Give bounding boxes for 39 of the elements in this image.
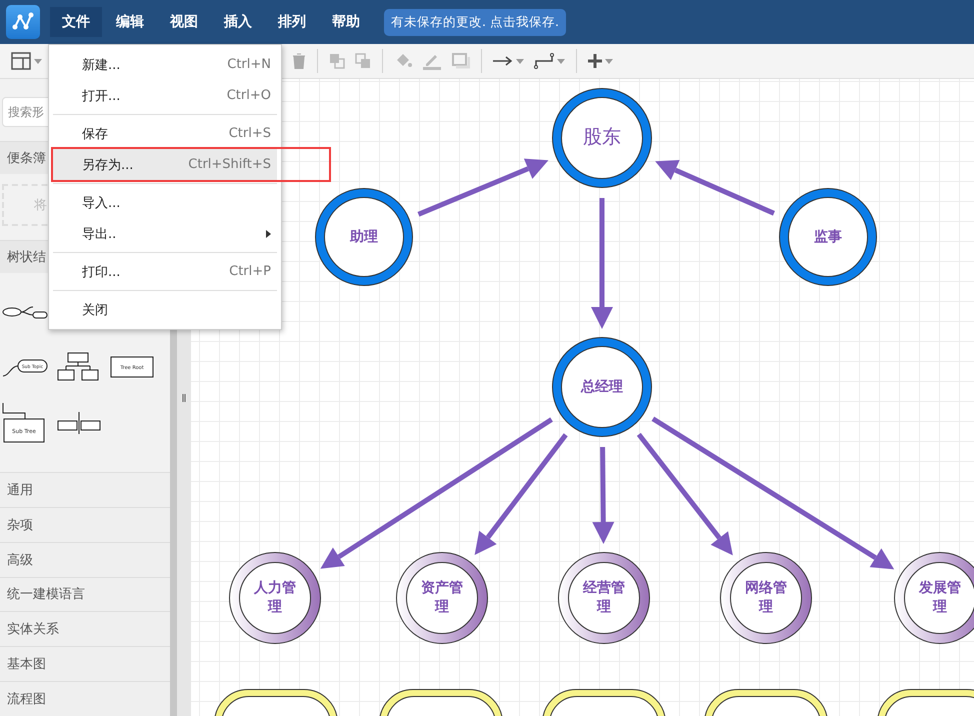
elbow-connector-icon: [534, 53, 554, 69]
caret-icon: [516, 58, 524, 64]
shadow-icon: [452, 53, 470, 69]
diagram-node: 监事: [779, 188, 877, 286]
diagram-node: 总经理: [552, 337, 652, 437]
menu-item[interactable]: 编辑: [104, 7, 156, 37]
grip-icon: [182, 394, 186, 402]
app-logo[interactable]: [6, 5, 40, 39]
arrow-right-icon: [493, 56, 513, 66]
menu-option[interactable]: 保存 Ctrl+S: [53, 118, 277, 149]
tree-branch-shape-drawing[interactable]: [56, 410, 102, 435]
diagram-node: 发展管理: [894, 552, 974, 644]
caret-icon: [34, 58, 42, 64]
diagram-node: 网络管理: [720, 552, 812, 644]
category-header[interactable]: 统一建模语言: [0, 576, 170, 612]
plus-icon: [588, 54, 602, 68]
pen-icon: [422, 52, 442, 70]
diagram-node: 人力管理: [229, 552, 321, 644]
diagram-node: 助理: [315, 188, 413, 286]
category-header[interactable]: 实体关系: [0, 611, 170, 646]
diagram-node: 经营管理: [558, 552, 650, 644]
layout-icon: [11, 52, 31, 70]
menu-item[interactable]: 帮助: [320, 7, 372, 37]
layers-icon: [355, 53, 371, 69]
diagram-node: 资产管理: [396, 552, 488, 644]
menu-item[interactable]: 插入: [212, 7, 264, 37]
menu-item[interactable]: 视图: [158, 7, 210, 37]
caret-icon: [557, 58, 565, 64]
caret-icon: [605, 58, 613, 64]
layers-icon: [329, 53, 345, 69]
trash-icon: [292, 53, 306, 69]
unsaved-changes-button[interactable]: 有未保存的更改. 点击我保存.: [384, 8, 566, 36]
menu-option[interactable]: 打印... Ctrl+P: [53, 256, 277, 287]
menu-option[interactable]: 关闭: [53, 294, 277, 325]
menu-option[interactable]: 打开... Ctrl+O: [53, 80, 277, 111]
diagram-node: 股东: [552, 88, 652, 188]
menu-item[interactable]: 排列: [266, 7, 318, 37]
menu-item[interactable]: 文件: [50, 7, 102, 37]
menu-option[interactable]: 另存为... Ctrl+Shift+S: [53, 149, 277, 180]
